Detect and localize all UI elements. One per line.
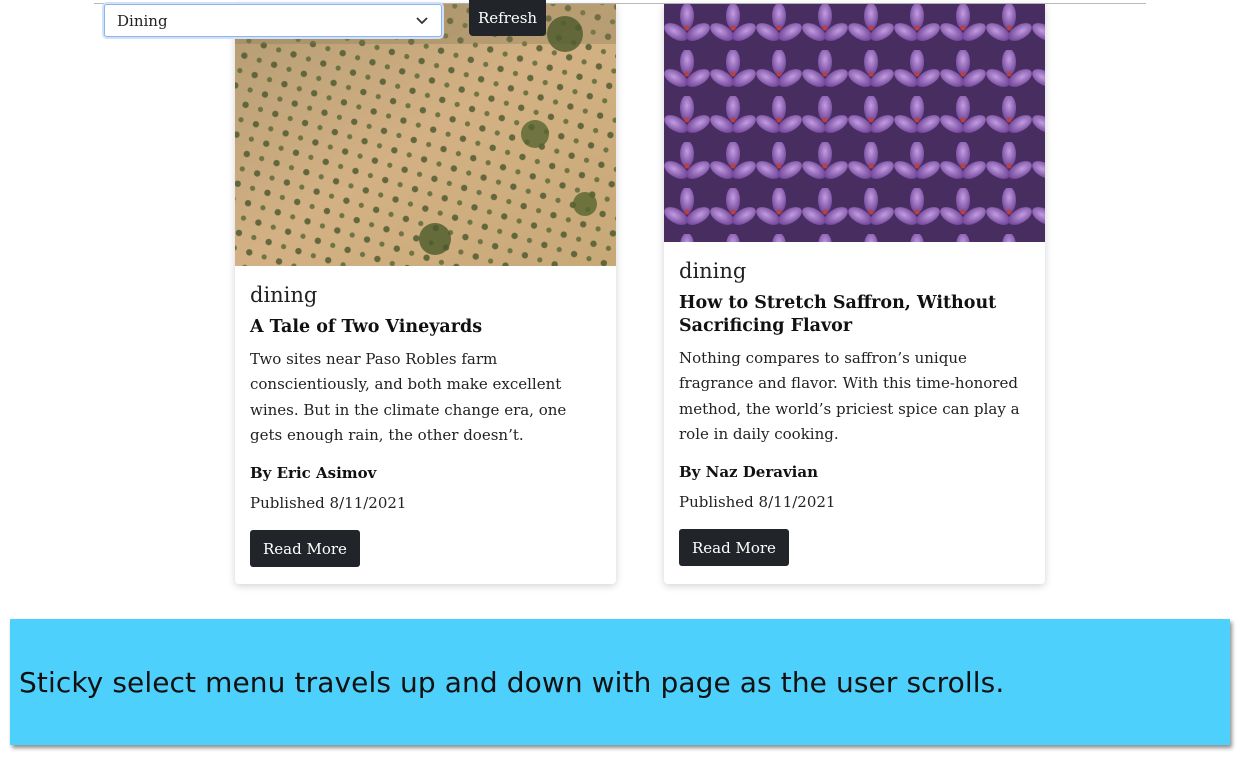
sticky-filter-bar: Dining Refresh [104, 0, 546, 40]
article-image-saffron [664, 4, 1045, 242]
article-title: A Tale of Two Vineyards [250, 317, 483, 337]
section-select[interactable]: Dining [104, 4, 442, 37]
article-title: How to Stretch Saffron, Without Sacrific… [679, 293, 997, 336]
article-category: dining [679, 259, 747, 283]
article-abstract: Nothing compares to saffron’s unique fra… [679, 349, 1020, 443]
article-byline: By Naz Deravian [679, 463, 818, 482]
section-select-value: Dining [117, 11, 168, 30]
article-card: dining How to Stretch Saffron, Without S… [664, 4, 1045, 584]
article-card: dining A Tale of Two Vineyards Two sites… [235, 4, 616, 584]
read-more-button[interactable]: Read More [679, 529, 789, 567]
article-byline: By Eric Asimov [250, 464, 377, 483]
article-category: dining [250, 283, 318, 307]
chevron-down-icon [415, 14, 429, 28]
page: dining A Tale of Two Vineyards Two sites… [0, 0, 1247, 764]
article-published-date: Published 8/11/2021 [250, 494, 407, 513]
article-abstract: Two sites near Paso Robles farm conscien… [250, 350, 567, 444]
annotation-caption: Sticky select menu travels up and down w… [10, 619, 1230, 745]
caption-text: Sticky select menu travels up and down w… [19, 665, 1005, 699]
read-more-button[interactable]: Read More [250, 530, 360, 568]
article-published-date: Published 8/11/2021 [679, 493, 836, 512]
article-image-vineyard [235, 4, 616, 266]
refresh-button[interactable]: Refresh [469, 0, 546, 36]
